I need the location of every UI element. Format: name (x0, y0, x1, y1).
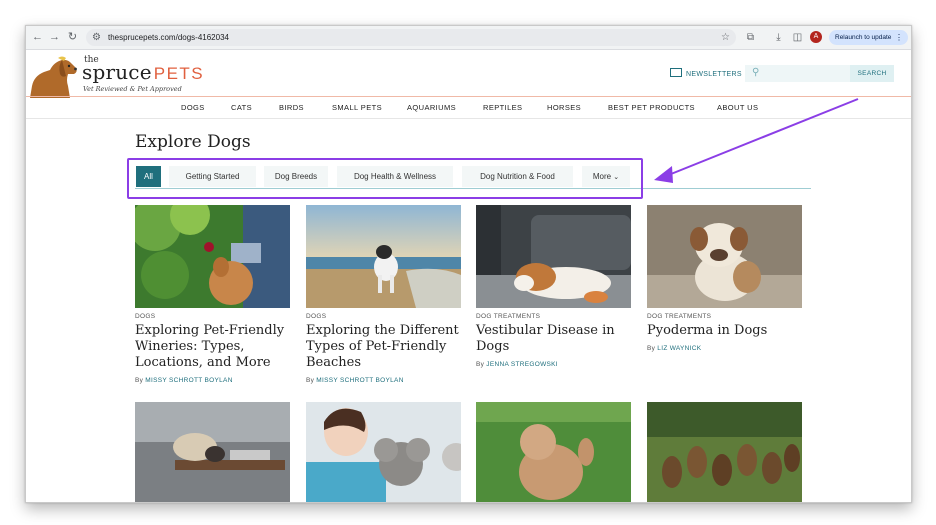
author-link[interactable]: LIZ WAYNICK (657, 345, 701, 352)
card-image-doodle[interactable] (476, 402, 631, 502)
newsletters-link[interactable]: NEWSLETTERS (670, 68, 742, 78)
byline-prefix: By (306, 377, 315, 384)
card-byline: By JENNA STREGOWSKI (476, 361, 558, 368)
site-logo[interactable]: spruce PETS (82, 60, 204, 84)
search-icon: ⚲ (752, 67, 760, 78)
card-image-pug[interactable] (135, 402, 290, 502)
logo-pets: PETS (153, 64, 205, 83)
card-title[interactable]: Exploring the Different Types of Pet-Fri… (306, 323, 464, 371)
byline-prefix: By (647, 345, 656, 352)
card-image-winery[interactable] (135, 205, 290, 308)
card-category-tag[interactable]: DOG TREATMENTS (476, 313, 540, 320)
card-category-tag[interactable]: DOGS (306, 313, 326, 320)
byline-prefix: By (476, 361, 485, 368)
card-title[interactable]: Pyoderma in Dogs (647, 323, 805, 339)
envelope-icon (670, 68, 682, 77)
card-image-beach[interactable] (306, 205, 461, 308)
extensions-icon[interactable]: ⧉ (744, 31, 757, 44)
card-category-tag[interactable]: DOGS (135, 313, 155, 320)
byline-prefix: By (135, 377, 144, 384)
nav-item-horses[interactable]: HORSES (547, 103, 581, 112)
relaunch-button[interactable]: Relaunch to update ⋮ (829, 30, 908, 45)
search-input[interactable] (765, 67, 849, 81)
side-panel-icon[interactable]: ◫ (791, 31, 804, 44)
newsletters-label: NEWSLETTERS (686, 71, 742, 78)
browser-window: ← → ↻ ⚙ thesprucepets.com/dogs-4162034 ☆… (25, 25, 912, 503)
download-icon[interactable]: ⤓ (772, 31, 785, 44)
logo-tagline: Vet Reviewed & Pet Approved (83, 85, 182, 93)
nav-item-about-us[interactable]: ABOUT US (717, 103, 758, 112)
card-byline: By LIZ WAYNICK (647, 345, 701, 352)
card-image-dog-pack[interactable] (647, 402, 802, 502)
card-byline: By MISSY SCHROTT BOYLAN (306, 377, 404, 384)
nav-item-birds[interactable]: BIRDS (279, 103, 304, 112)
category-nav: DOGS CATS BIRDS SMALL PETS AQUARIUMS REP… (26, 97, 911, 119)
author-link[interactable]: MISSY SCHROTT BOYLAN (316, 377, 403, 384)
nav-item-cats[interactable]: CATS (231, 103, 252, 112)
card-image-vestibular[interactable] (476, 205, 631, 308)
relaunch-label: Relaunch to update (835, 34, 892, 41)
search-field[interactable]: ⚲ (745, 65, 850, 82)
card-title[interactable]: Vestibular Disease in Dogs (476, 323, 634, 355)
search-button[interactable]: SEARCH (850, 65, 894, 82)
profile-avatar[interactable]: A (810, 31, 822, 43)
card-category-tag[interactable]: DOG TREATMENTS (647, 313, 711, 320)
annotation-highlight-box (127, 158, 643, 199)
dog-logo-icon[interactable] (28, 56, 80, 98)
card-image-poodle[interactable] (306, 402, 461, 502)
forward-arrow-icon[interactable]: → (48, 31, 61, 44)
nav-item-small-pets[interactable]: SMALL PETS (332, 103, 382, 112)
menu-kebab-icon[interactable]: ⋮ (895, 30, 903, 45)
reload-icon[interactable]: ↻ (66, 31, 79, 44)
nav-item-best-pet-products[interactable]: BEST PET PRODUCTS (608, 103, 695, 112)
url-text[interactable]: thesprucepets.com/dogs-4162034 (108, 32, 229, 43)
card-image-pyoderma[interactable] (647, 205, 802, 308)
logo-spruce: spruce (82, 60, 152, 84)
card-byline: By MISSY SCHROTT BOYLAN (135, 377, 233, 384)
site-info-icon[interactable]: ⚙ (92, 31, 101, 44)
nav-item-aquariums[interactable]: AQUARIUMS (407, 103, 456, 112)
nav-item-dogs[interactable]: DOGS (181, 103, 205, 112)
card-title[interactable]: Exploring Pet-Friendly Wineries: Types, … (135, 323, 293, 371)
nav-item-reptiles[interactable]: REPTILES (483, 103, 522, 112)
address-bar[interactable]: ⚙ thesprucepets.com/dogs-4162034 ☆ (86, 29, 736, 46)
page-title: Explore Dogs (135, 132, 251, 152)
browser-toolbar: ← → ↻ ⚙ thesprucepets.com/dogs-4162034 ☆… (26, 26, 911, 50)
back-arrow-icon[interactable]: ← (31, 31, 44, 44)
author-link[interactable]: MISSY SCHROTT BOYLAN (145, 377, 232, 384)
bookmark-star-icon[interactable]: ☆ (721, 31, 730, 44)
author-link[interactable]: JENNA STREGOWSKI (486, 361, 558, 368)
